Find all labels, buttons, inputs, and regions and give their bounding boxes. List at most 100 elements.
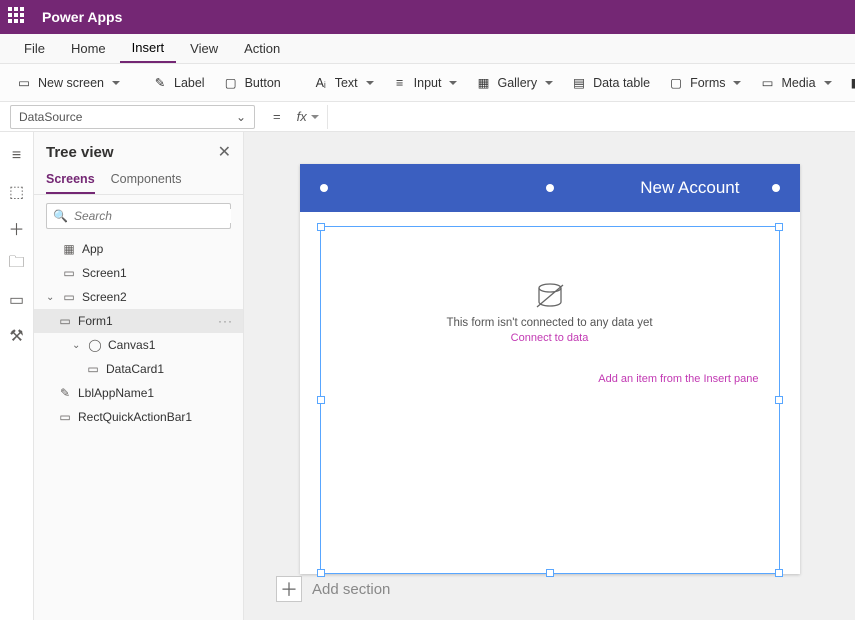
header-dot xyxy=(772,184,780,192)
input-label: Input xyxy=(414,76,442,90)
fx-label[interactable]: fx xyxy=(289,109,327,124)
new-screen-label: New screen xyxy=(38,76,104,90)
canvas-area[interactable]: New Account This form isn't connected to… xyxy=(244,132,855,620)
tree-node-rectquickactionbar1[interactable]: ▭RectQuickActionBar1 xyxy=(34,405,243,429)
search-icon: 🔍 xyxy=(53,209,68,223)
tree-node-app[interactable]: ▦App xyxy=(34,237,243,261)
tree-node-screen1[interactable]: ▭Screen1 xyxy=(34,261,243,285)
button-button[interactable]: ▢Button xyxy=(217,71,287,95)
gallery-label: Gallery xyxy=(497,76,537,90)
property-selector[interactable]: DataSource ⌄ xyxy=(10,105,255,129)
components-tab[interactable]: Components xyxy=(111,166,182,194)
data-table-label: Data table xyxy=(593,76,650,90)
header-title: New Account xyxy=(640,178,739,198)
button-icon: ▢ xyxy=(223,75,239,91)
tree-node-lblappname1[interactable]: ✎LblAppName1 xyxy=(34,381,243,405)
menu-bar: File Home Insert View Action xyxy=(0,34,855,64)
chevron-down-icon[interactable]: ⌄ xyxy=(72,340,82,351)
forms-button[interactable]: ▢ Forms xyxy=(662,71,747,95)
new-screen-button[interactable]: ▭ New screen xyxy=(10,71,126,95)
input-button[interactable]: ≡ Input xyxy=(386,71,464,95)
plus-icon: ＋ xyxy=(276,576,302,602)
form-icon: ▭ xyxy=(58,314,72,328)
label-icon: ✎ xyxy=(58,386,72,400)
rail-media-icon[interactable]: ▭ xyxy=(7,290,27,310)
text-icon: Aᵢ xyxy=(313,75,329,91)
connect-to-data-link[interactable]: Connect to data xyxy=(511,332,589,344)
chevron-down-icon xyxy=(311,115,319,123)
search-input[interactable] xyxy=(74,209,231,223)
rect-icon: ▭ xyxy=(58,410,72,424)
menu-action[interactable]: Action xyxy=(232,34,292,63)
formula-input[interactable] xyxy=(327,105,855,129)
rail-tools-icon[interactable]: ⚒ xyxy=(7,326,27,346)
input-icon: ≡ xyxy=(392,75,408,91)
screen-icon: ▭ xyxy=(16,75,32,91)
insert-pane-hint: Add an item from the Insert pane xyxy=(598,373,758,385)
left-rail: ≡ ⬚ ＋ 🗀 ▭ ⚒ xyxy=(0,132,34,620)
header-dot xyxy=(546,184,554,192)
charts-icon: ▮▮ xyxy=(850,75,855,91)
forms-icon: ▢ xyxy=(668,75,684,91)
menu-view[interactable]: View xyxy=(178,34,230,63)
canvas-icon: ◯ xyxy=(88,338,102,352)
datacard-icon: ▭ xyxy=(86,362,100,376)
tree-title: Tree view xyxy=(46,144,114,161)
media-label: Media xyxy=(781,76,815,90)
rail-tree-icon[interactable]: ⬚ xyxy=(7,182,27,202)
gallery-icon: ▦ xyxy=(475,75,491,91)
data-table-button[interactable]: ▤ Data table xyxy=(565,71,656,95)
rail-insert-icon[interactable]: ＋ xyxy=(7,218,27,238)
tree: ▦App ▭Screen1 ⌄▭Screen2 ▭Form1··· ⌄◯Canv… xyxy=(34,237,243,429)
more-options-icon[interactable]: ··· xyxy=(218,314,233,328)
tree-node-canvas1[interactable]: ⌄◯Canvas1 xyxy=(34,333,243,357)
title-bar: Power Apps xyxy=(0,0,855,34)
menu-file[interactable]: File xyxy=(12,34,57,63)
text-button[interactable]: Aᵢ Text xyxy=(307,71,380,95)
resize-handle[interactable] xyxy=(317,223,325,231)
search-box[interactable]: 🔍 xyxy=(46,203,231,229)
add-section-button[interactable]: ＋ Add section xyxy=(276,576,390,602)
equals-sign: = xyxy=(265,109,289,124)
property-selector-value: DataSource xyxy=(19,110,82,124)
header-dot xyxy=(320,184,328,192)
forms-label: Forms xyxy=(690,76,725,90)
screen-icon: ▭ xyxy=(62,290,76,304)
screen-icon: ▭ xyxy=(62,266,76,280)
ribbon: ▭ New screen ✎ Label ▢Button Aᵢ Text ≡ Input… xyxy=(0,64,855,102)
resize-handle[interactable] xyxy=(775,569,783,577)
resize-handle[interactable] xyxy=(775,396,783,404)
chevron-down-icon[interactable]: ⌄ xyxy=(46,292,56,303)
screen-header-bar: New Account xyxy=(300,164,800,212)
resize-handle[interactable] xyxy=(317,396,325,404)
table-icon: ▤ xyxy=(571,75,587,91)
charts-button[interactable]: ▮▮Charts xyxy=(844,71,855,95)
label-icon: ✎ xyxy=(152,75,168,91)
screens-tab[interactable]: Screens xyxy=(46,166,95,194)
app-icon: ▦ xyxy=(62,242,76,256)
app-launcher-icon[interactable] xyxy=(8,7,28,27)
label-label: Label xyxy=(174,76,205,90)
rail-data-icon[interactable]: 🗀 xyxy=(7,254,27,274)
tree-node-screen2[interactable]: ⌄▭Screen2 xyxy=(34,285,243,309)
close-panel-button[interactable]: ✕ xyxy=(218,142,231,162)
app-title: Power Apps xyxy=(42,9,122,25)
database-icon xyxy=(535,283,565,309)
media-icon: ▭ xyxy=(759,75,775,91)
tree-node-form1[interactable]: ▭Form1··· xyxy=(34,309,243,333)
tree-panel: Tree view ✕ Screens Components 🔍 ▦App ▭S… xyxy=(34,132,244,620)
tree-node-datacard1[interactable]: ▭DataCard1 xyxy=(34,357,243,381)
form-control[interactable]: This form isn't connected to any data ye… xyxy=(320,226,780,574)
media-button[interactable]: ▭ Media xyxy=(753,71,837,95)
resize-handle[interactable] xyxy=(546,569,554,577)
chevron-down-icon: ⌄ xyxy=(236,110,246,124)
menu-home[interactable]: Home xyxy=(59,34,118,63)
gallery-button[interactable]: ▦ Gallery xyxy=(469,71,559,95)
menu-insert[interactable]: Insert xyxy=(120,34,177,63)
label-button[interactable]: ✎ Label xyxy=(146,71,211,95)
rail-hamburger-icon[interactable]: ≡ xyxy=(7,146,27,166)
screen-preview: New Account This form isn't connected to… xyxy=(300,164,800,574)
text-label: Text xyxy=(335,76,358,90)
add-section-label: Add section xyxy=(312,581,390,598)
resize-handle[interactable] xyxy=(775,223,783,231)
